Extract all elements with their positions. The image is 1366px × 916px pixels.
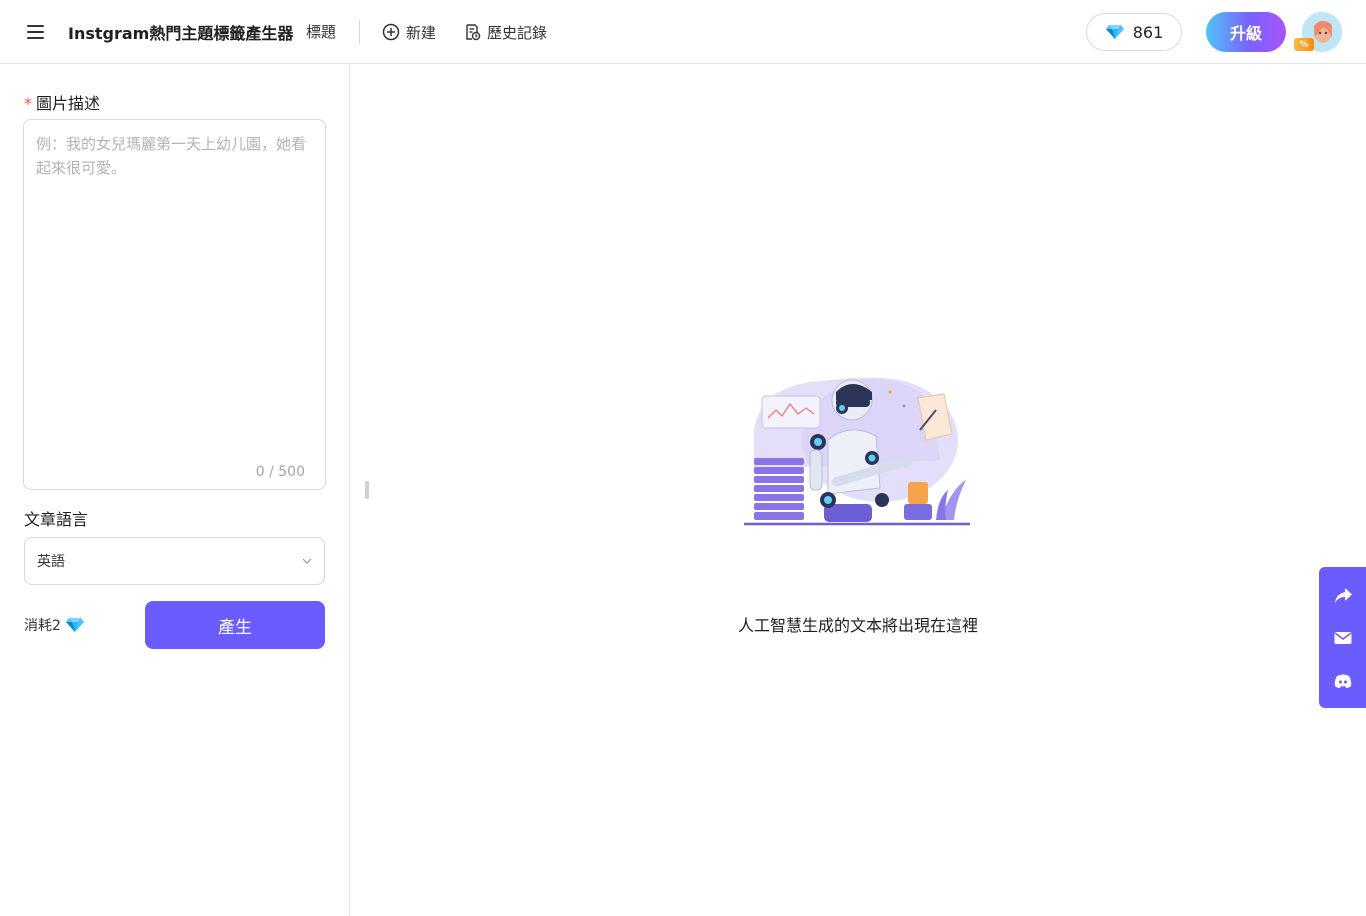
credits-count: 861 bbox=[1132, 22, 1164, 42]
empty-state-text: 人工智慧生成的文本將出現在這裡 bbox=[738, 616, 979, 635]
history-document-icon bbox=[466, 24, 481, 41]
title-link[interactable]: 標題 bbox=[306, 21, 336, 42]
description-label: * 圖片描述 bbox=[24, 90, 100, 114]
plus-circle-icon bbox=[382, 23, 400, 41]
robot-illustration bbox=[744, 377, 970, 526]
discord-icon bbox=[1334, 674, 1351, 688]
diamond-icon bbox=[1105, 25, 1124, 39]
left-panel: *圖片描述 0 / 500 文章語言 英語 消耗2 產生 bbox=[0, 64, 350, 916]
header-divider bbox=[359, 20, 360, 44]
language-select[interactable]: 英語 bbox=[24, 537, 325, 585]
description-input[interactable] bbox=[36, 132, 314, 452]
cost-label: 消耗2 bbox=[24, 618, 61, 634]
language-value: 英語 bbox=[37, 554, 65, 570]
history-button[interactable]: 歷史記錄 bbox=[463, 20, 547, 44]
chevron-down-icon bbox=[302, 558, 312, 564]
floating-side-bar bbox=[1319, 567, 1366, 708]
mail-icon bbox=[1334, 631, 1351, 644]
discount-badge: % bbox=[1294, 38, 1314, 51]
resize-handle[interactable] bbox=[365, 481, 369, 499]
required-mark: * bbox=[24, 94, 32, 113]
discord-button[interactable] bbox=[1319, 659, 1366, 702]
diamond-icon bbox=[65, 618, 84, 632]
new-label: 新建 bbox=[406, 23, 437, 42]
share-icon bbox=[1334, 587, 1352, 603]
mail-button[interactable] bbox=[1319, 616, 1366, 659]
share-button[interactable] bbox=[1319, 573, 1366, 616]
menu-icon[interactable] bbox=[24, 21, 48, 43]
upgrade-button[interactable]: 升級 bbox=[1206, 12, 1286, 52]
description-label-text: 圖片描述 bbox=[36, 94, 101, 113]
char-count: 0 / 500 bbox=[255, 464, 305, 480]
app-title: Instgram熱門主題標籤產生器 bbox=[68, 24, 294, 43]
new-button[interactable]: 新建 bbox=[382, 20, 436, 44]
credits-badge[interactable]: 861 bbox=[1086, 13, 1182, 51]
history-label: 歷史記錄 bbox=[487, 23, 548, 42]
description-box: 0 / 500 bbox=[23, 119, 326, 490]
language-label: 文章語言 bbox=[24, 510, 89, 529]
cost-indicator: 消耗2 bbox=[24, 615, 85, 635]
generate-button[interactable]: 產生 bbox=[145, 601, 325, 649]
top-header: Instgram熱門主題標籤產生器 標題 新建 歷史記錄 861 升級 % bbox=[0, 0, 1366, 64]
